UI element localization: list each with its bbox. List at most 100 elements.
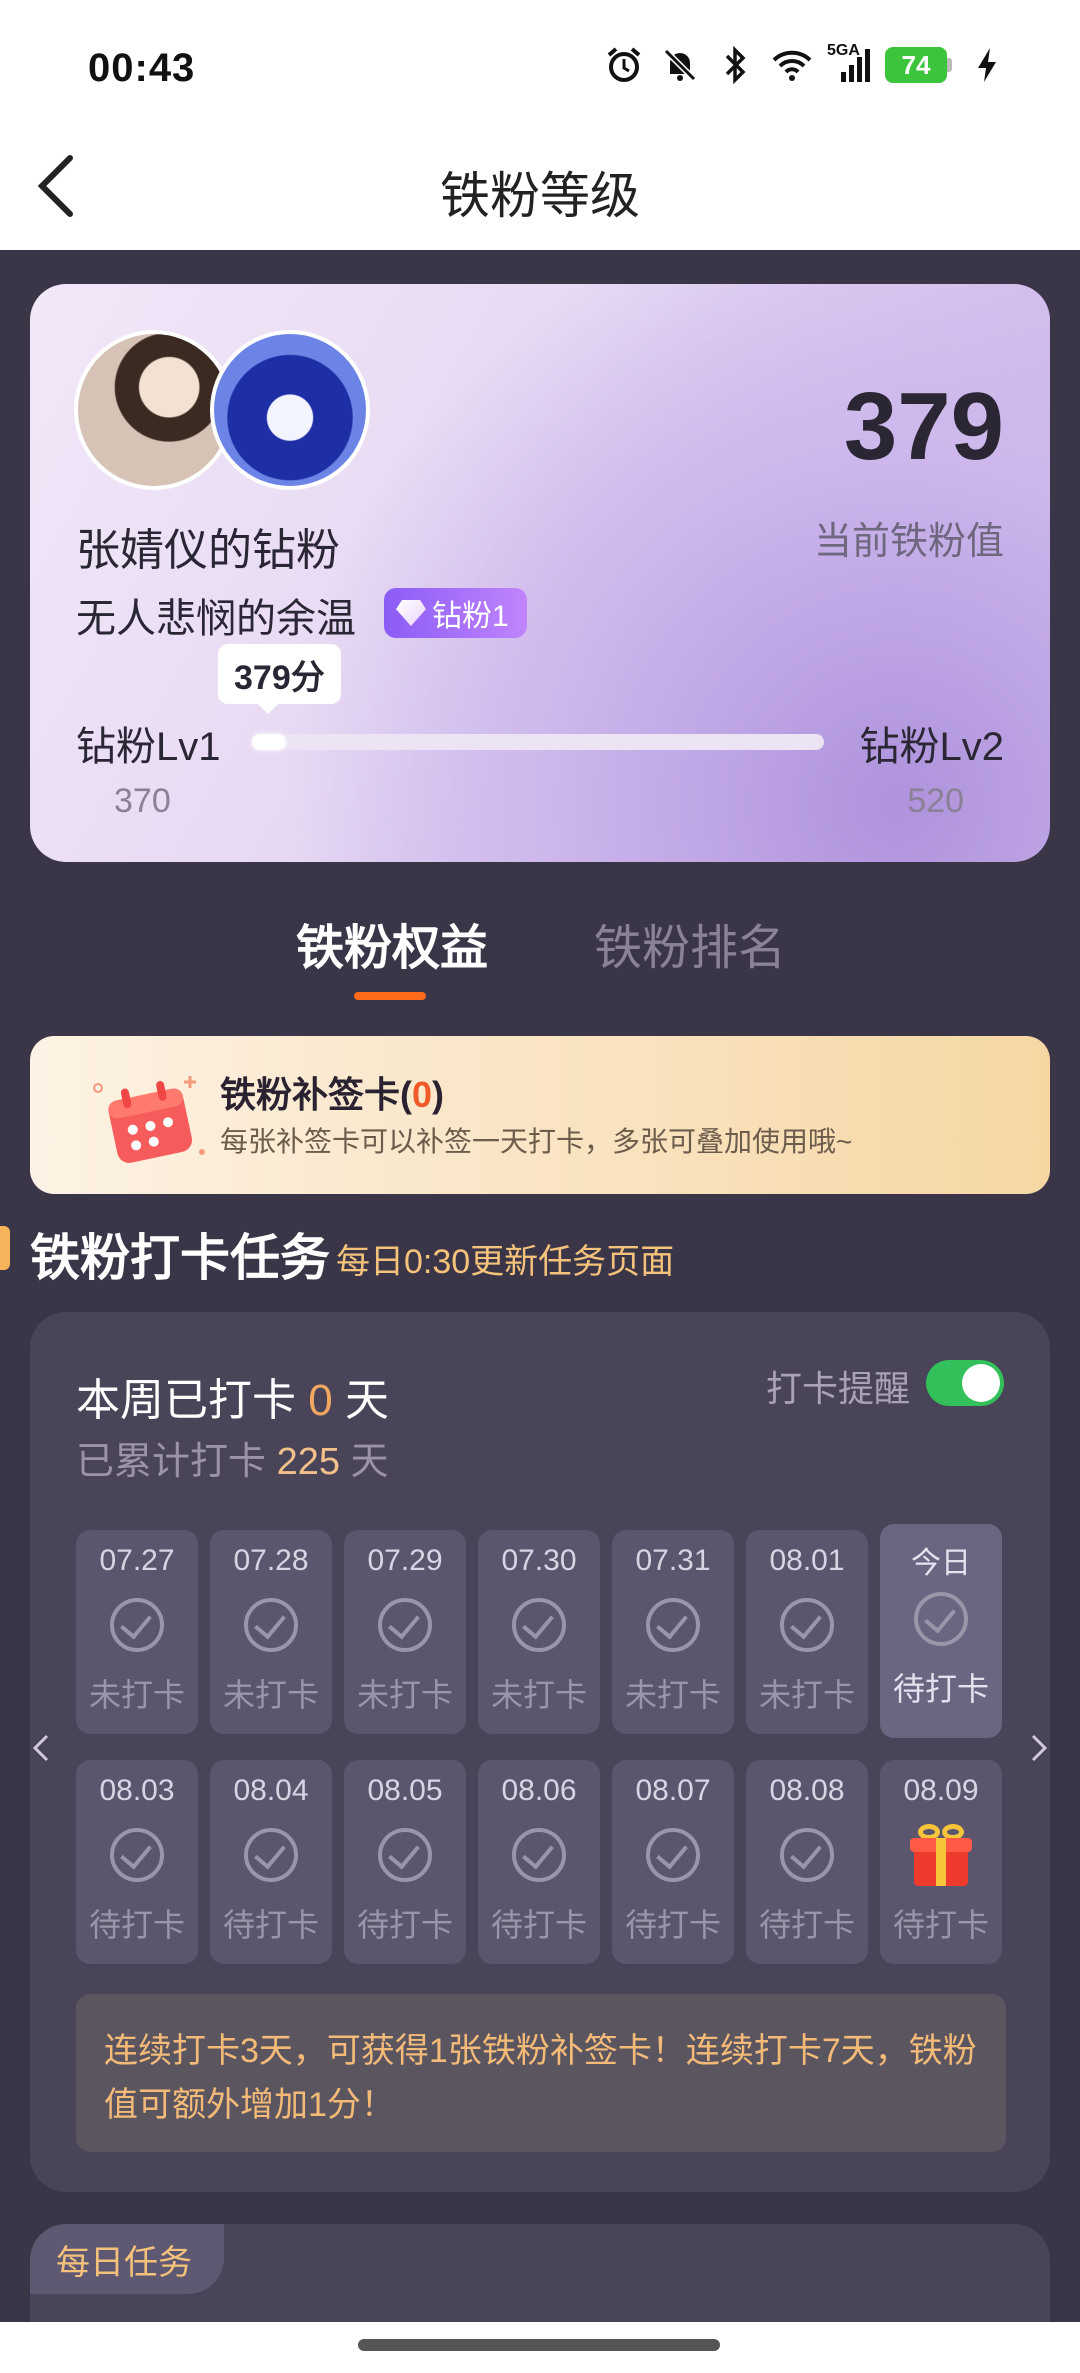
week-checkin-days: 0: [308, 1376, 333, 1425]
day-status: 未打卡: [356, 1677, 453, 1713]
total-checkin-days: 225: [276, 1441, 340, 1483]
next-level-value: 520: [907, 782, 964, 820]
checkin-reminder-label: 打卡提醒: [765, 1368, 910, 1409]
day-cell-0806[interactable]: 08.06 待打卡: [478, 1760, 600, 1964]
day-date: 今日: [911, 1547, 971, 1580]
day-status: 待打卡: [892, 1671, 989, 1707]
alarm-icon: [603, 44, 645, 86]
day-cell-0728[interactable]: 07.28 未打卡: [210, 1530, 332, 1734]
home-gesture-handle[interactable]: [358, 2339, 720, 2351]
check-circle-icon: [914, 1592, 968, 1646]
day-cell-0801[interactable]: 08.01 未打卡: [746, 1530, 868, 1734]
level-progress-bar: [252, 734, 824, 750]
gift-icon: [910, 1824, 972, 1886]
profile-card: 张婧仪的钻粉 无人悲悯的余温 钻粉1 379 当前铁粉值 379分 钻粉Lv1 …: [30, 284, 1050, 862]
day-status: 待打卡: [624, 1907, 721, 1943]
calendar-icon: [93, 1076, 205, 1163]
day-status: 待打卡: [892, 1907, 989, 1943]
bluetooth-icon: [715, 44, 757, 86]
day-date: 08.05: [367, 1774, 443, 1807]
day-cell-0804[interactable]: 08.04 待打卡: [210, 1760, 332, 1964]
day-status: 待打卡: [758, 1907, 855, 1943]
makeup-card-title: 铁粉补签卡(0): [220, 1066, 444, 1118]
week-checkin-summary: 本周已打卡 0 天: [76, 1364, 389, 1428]
current-level-value: 370: [114, 782, 171, 820]
charging-icon: [966, 44, 1008, 86]
day-status: 未打卡: [88, 1677, 185, 1713]
status-time: 00:43: [88, 46, 196, 90]
user-nickname: 无人悲悯的余温: [76, 597, 356, 641]
chevron-left-icon: [32, 1734, 49, 1762]
checkin-reward-tip: 连续打卡3天，可获得1张铁粉补签卡！连续打卡7天，铁粉值可额外增加1分！: [76, 1994, 1006, 2152]
total-checkin-prefix: 已累计打卡: [76, 1441, 267, 1483]
level-progress-fill: [252, 734, 287, 750]
day-cell-0731[interactable]: 07.31 未打卡: [612, 1530, 734, 1734]
check-circle-icon: [780, 1828, 834, 1882]
prev-week-button[interactable]: [26, 1728, 56, 1768]
day-cell-0805[interactable]: 08.05 待打卡: [344, 1760, 466, 1964]
mute-bell-icon: [659, 44, 701, 86]
tab-fan-benefits[interactable]: 铁粉权益: [296, 908, 488, 978]
checkin-card: 本周已打卡 0 天 已累计打卡 225 天 打卡提醒 07.27 未打卡 07.…: [30, 1312, 1050, 2192]
check-circle-icon: [646, 1828, 700, 1882]
day-date: 07.30: [501, 1544, 577, 1577]
user-avatar: [210, 330, 370, 490]
day-status: 未打卡: [490, 1677, 587, 1713]
check-circle-icon: [512, 1828, 566, 1882]
check-circle-icon: [244, 1598, 298, 1652]
check-circle-icon: [378, 1828, 432, 1882]
check-circle-icon: [244, 1828, 298, 1882]
day-cell-0730[interactable]: 07.30 未打卡: [478, 1530, 600, 1734]
day-date: 08.01: [769, 1544, 845, 1577]
next-level-label: 钻粉Lv2: [859, 725, 1005, 769]
total-checkin-suffix: 天: [350, 1441, 389, 1483]
day-cell-0727[interactable]: 07.27 未打卡: [76, 1530, 198, 1734]
tab-fan-ranking[interactable]: 铁粉排名: [594, 908, 786, 978]
check-circle-icon: [110, 1828, 164, 1882]
top-bar: 00:43 5GA 74 铁粉等级: [0, 0, 1080, 250]
fan-group-name: 张婧仪的钻粉: [76, 526, 340, 575]
checkin-reminder-toggle[interactable]: [926, 1360, 1004, 1406]
total-checkin-summary: 已累计打卡 225 天: [76, 1430, 389, 1485]
day-cell-0809[interactable]: 08.09 待打卡: [880, 1760, 1002, 1964]
status-icons: 5GA 74: [603, 42, 1008, 86]
day-cell-today[interactable]: 今日 待打卡: [880, 1524, 1002, 1738]
week-checkin-suffix: 天: [344, 1376, 389, 1425]
day-status: 待打卡: [490, 1907, 587, 1943]
check-circle-icon: [646, 1598, 700, 1652]
day-status: 未打卡: [222, 1677, 319, 1713]
fan-level-badge-label: 钻粉1: [432, 600, 509, 633]
makeup-card-count: 0: [412, 1074, 433, 1115]
day-date: 07.28: [233, 1544, 309, 1577]
next-week-button[interactable]: [1024, 1728, 1054, 1768]
tab-bar: 铁粉权益 铁粉排名: [0, 900, 1080, 1010]
check-circle-icon: [110, 1598, 164, 1652]
diamond-icon: [396, 600, 426, 626]
wifi-icon: [771, 44, 813, 86]
system-nav-bar: [0, 2322, 1080, 2373]
progress-tooltip: 379分: [218, 644, 341, 714]
week-checkin-prefix: 本周已打卡: [76, 1376, 296, 1425]
day-cell-0808[interactable]: 08.08 待打卡: [746, 1760, 868, 1964]
active-tab-indicator: [354, 992, 426, 1000]
current-level-label: 钻粉Lv1: [76, 725, 221, 769]
day-status: 未打卡: [758, 1677, 855, 1713]
battery-indicator: 74: [885, 47, 952, 83]
day-cell-0803[interactable]: 08.03 待打卡: [76, 1760, 198, 1964]
day-status: 未打卡: [624, 1677, 721, 1713]
page-title: 铁粉等级: [440, 168, 640, 224]
day-date: 08.09: [903, 1774, 979, 1807]
day-cell-0729[interactable]: 07.29 未打卡: [344, 1530, 466, 1734]
makeup-card-banner[interactable]: 铁粉补签卡(0) 每张补签卡可以补签一天打卡，多张可叠加使用哦~: [30, 1036, 1050, 1194]
signal-icon: 5GA: [827, 42, 871, 86]
fan-value: 379: [843, 373, 1004, 480]
makeup-card-description: 每张补签卡可以补签一天打卡，多张可叠加使用哦~: [220, 1126, 853, 1157]
makeup-card-title-end: ): [432, 1074, 445, 1115]
day-date: 08.03: [99, 1774, 175, 1807]
battery-level: 74: [885, 47, 947, 83]
day-status: 待打卡: [222, 1907, 319, 1943]
day-cell-0807[interactable]: 08.07 待打卡: [612, 1760, 734, 1964]
section-accent-bar: [0, 1226, 10, 1270]
day-date: 08.06: [501, 1774, 577, 1807]
check-circle-icon: [512, 1598, 566, 1652]
